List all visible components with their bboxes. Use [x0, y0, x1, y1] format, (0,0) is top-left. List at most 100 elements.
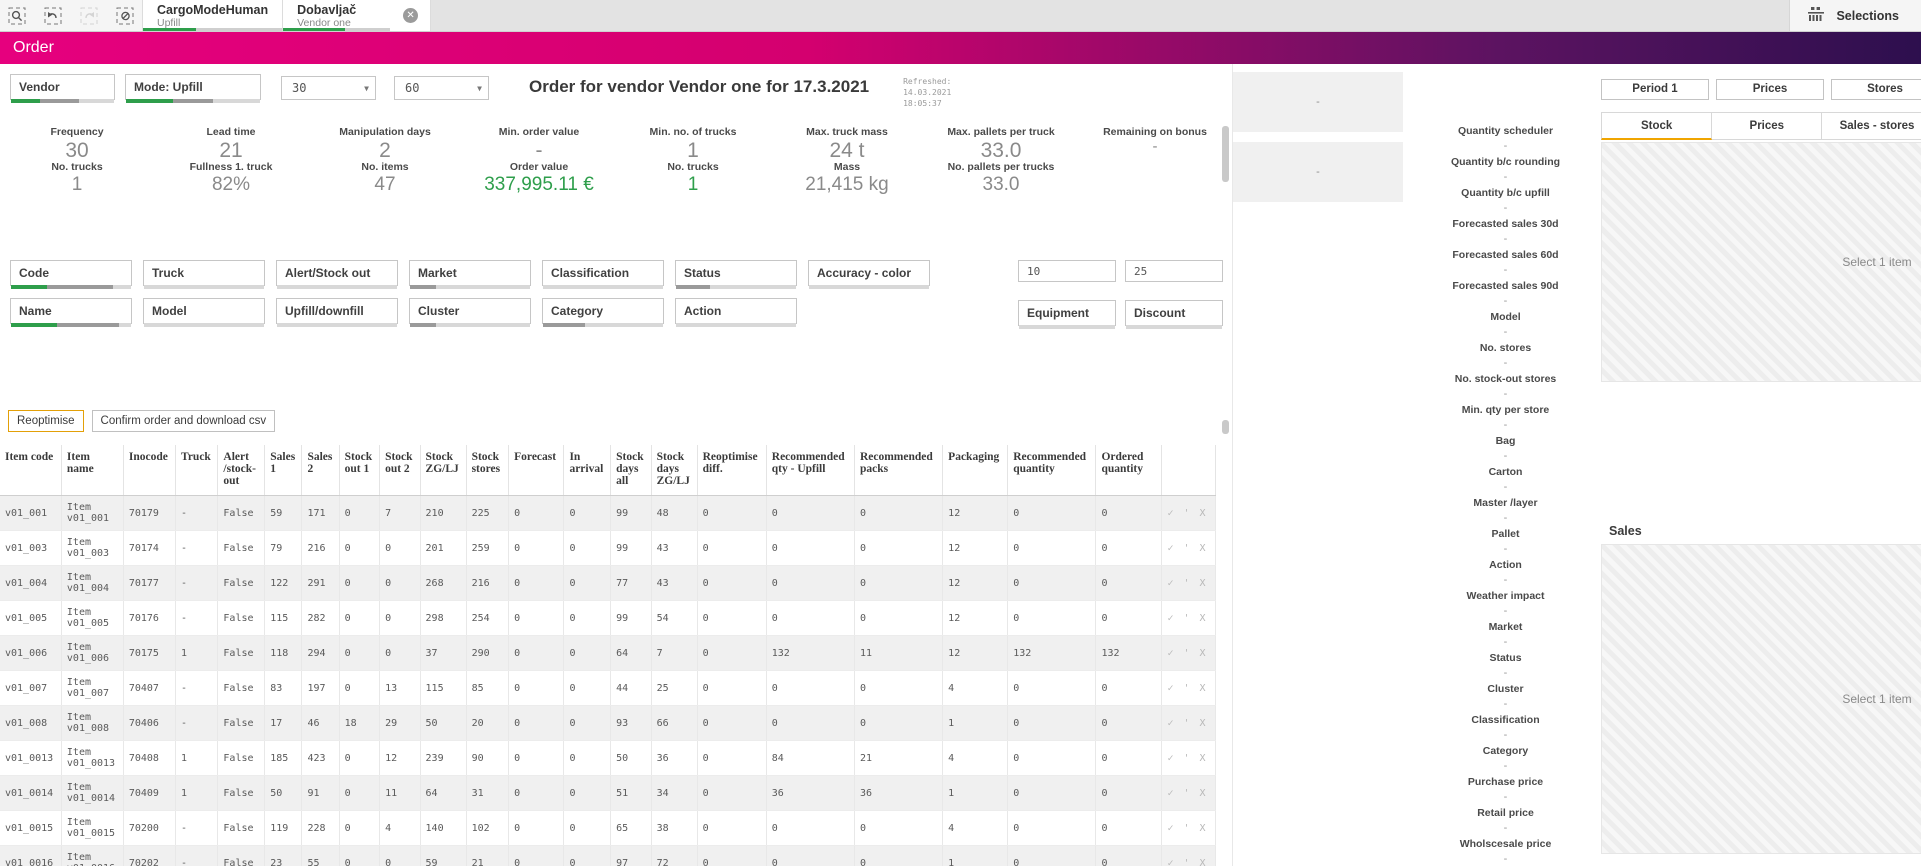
filter-accuracy-color[interactable]: Accuracy - color: [808, 260, 930, 289]
table-column-header[interactable]: Stock days ZG/LJ: [651, 445, 698, 496]
table-cell: 0: [1095, 775, 1163, 811]
table-row[interactable]: v01_0013 Item v01_0013 70408 1 False 185 423 0 12…: [0, 740, 1216, 776]
table-column-header[interactable]: Stock stores: [466, 445, 510, 496]
mini-chart-2[interactable]: -: [1233, 142, 1403, 202]
table-column-header[interactable]: Item name: [61, 445, 124, 496]
row-actions[interactable]: ✓ ' X: [1161, 810, 1216, 846]
table-cell: 66: [651, 705, 698, 741]
table-column-header[interactable]: Reoptimise diff.: [697, 445, 767, 496]
filters-scrollbar[interactable]: [1222, 420, 1229, 434]
discount-filter[interactable]: Discount: [1125, 300, 1223, 329]
filter-truck[interactable]: Truck: [143, 260, 265, 289]
table-column-header[interactable]: In arrival: [563, 445, 612, 496]
filter-market[interactable]: Market: [409, 260, 531, 289]
detail-button-period-1[interactable]: Period 1: [1601, 78, 1709, 100]
row-actions[interactable]: ✓ ' X: [1161, 845, 1216, 866]
order-items-table-wrapper[interactable]: Item code Item name Inocode Truck Alert/stoc…: [0, 445, 1232, 866]
table-column-header[interactable]: Ordered quantity: [1095, 445, 1163, 496]
row-actions[interactable]: ✓ ' X: [1161, 530, 1216, 566]
row-actions[interactable]: ✓ ' X: [1161, 495, 1216, 531]
table-row[interactable]: v01_005 Item v01_005 70176- False 115 282 0 0 298…: [0, 600, 1216, 636]
clear-selections-icon[interactable]: [114, 5, 136, 27]
filter-model[interactable]: Model: [143, 298, 265, 327]
table-column-header[interactable]: Stock days all: [610, 445, 652, 496]
detail-button-prices[interactable]: Prices: [1716, 78, 1824, 100]
table-cell: v01_006: [0, 635, 62, 671]
filter-action[interactable]: Action: [675, 298, 797, 327]
vendor-filter[interactable]: Vendor: [10, 74, 115, 103]
sales-panel[interactable]: Select 1 item: [1601, 544, 1921, 854]
table-cell: False: [217, 705, 266, 741]
search-icon[interactable]: [6, 5, 28, 27]
equipment-filter[interactable]: Equipment: [1018, 300, 1116, 329]
table-row[interactable]: v01_0014 Item v01_0014 70409 1 False 50 91 0 11 64…: [0, 775, 1216, 811]
table-row[interactable]: v01_001 Item v01_001 70179- False 59 171 0 7 210 2…: [0, 495, 1216, 531]
filter-name[interactable]: Name: [10, 298, 132, 327]
mode-filter[interactable]: Mode: Upfill: [125, 74, 261, 103]
reoptimise-button[interactable]: Reoptimise: [8, 410, 84, 432]
row-actions[interactable]: ✓ ' X: [1161, 600, 1216, 636]
filter-category[interactable]: Category: [542, 298, 664, 327]
table-row[interactable]: v01_008 Item v01_008 70406- False 17 46 18 29 50 2…: [0, 705, 1216, 741]
table-column-header[interactable]: Packaging: [942, 445, 1009, 496]
metric-value: -: [1503, 295, 1508, 307]
table-row[interactable]: v01_003 Item v01_003 70174- False 79 216 0 0 201 2…: [0, 530, 1216, 566]
table-column-header[interactable]: Stock ZG/LJ: [420, 445, 467, 496]
undo-icon[interactable]: [42, 5, 64, 27]
table-column-header[interactable]: Alert/stock-out: [217, 445, 266, 496]
table-row[interactable]: v01_0015 Item v01_0015 70200- False 119 228 0 4 1…: [0, 810, 1216, 846]
row-actions[interactable]: ✓ ' X: [1161, 565, 1216, 601]
row-actions[interactable]: ✓ ' X: [1161, 635, 1216, 671]
table-column-header[interactable]: Stock out 1: [339, 445, 381, 496]
table-row[interactable]: v01_007 Item v01_007 70407- False 83 197 0 13 115…: [0, 670, 1216, 706]
table-row[interactable]: v01_0016Itemv01_001670202-False235500592…: [0, 845, 1216, 866]
row-actions[interactable]: ✓ ' X: [1161, 705, 1216, 741]
table-column-header[interactable]: [1161, 445, 1216, 496]
table-cell: 79: [264, 530, 303, 566]
table-column-header[interactable]: Inocode: [123, 445, 177, 496]
filter-classification[interactable]: Classification: [542, 260, 664, 289]
table-column-header[interactable]: Recommended packs: [854, 445, 944, 496]
table-cell: 239: [420, 740, 467, 776]
row-actions[interactable]: ✓ ' X: [1161, 740, 1216, 776]
select-days-60[interactable]: 60 ▼: [394, 76, 489, 100]
row-actions[interactable]: ✓ ' X: [1161, 775, 1216, 811]
table-column-header[interactable]: Recommended quantity: [1007, 445, 1097, 496]
detail-tab-sales-stores[interactable]: Sales - stores: [1822, 112, 1921, 140]
filter-cluster[interactable]: Cluster: [409, 298, 531, 327]
numeric-filter-2[interactable]: 25: [1125, 260, 1223, 282]
numeric-filter-1[interactable]: 10: [1018, 260, 1116, 282]
table-row[interactable]: v01_004 Item v01_004 70177- False 122 291 0 0 268…: [0, 565, 1216, 601]
filter-status[interactable]: Status: [675, 260, 797, 289]
confirm-order-button[interactable]: Confirm order and download csv: [91, 410, 276, 432]
row-actions[interactable]: ✓ ' X: [1161, 670, 1216, 706]
detail-tab-stock[interactable]: Stock: [1601, 112, 1713, 140]
filter-upfill-downfill[interactable]: Upfill/downfill: [276, 298, 398, 327]
table-column-header[interactable]: Recommended qty - Upfill: [766, 445, 855, 496]
table-cell: 0: [339, 810, 381, 846]
app-tab-dobavljac[interactable]: Dobavljač Vendor one: [282, 0, 391, 31]
mini-chart-1[interactable]: -: [1233, 72, 1403, 132]
close-tab-button[interactable]: ✕: [390, 0, 431, 31]
table-column-header[interactable]: Sales 2: [301, 445, 340, 496]
table-column-header[interactable]: Forecast: [508, 445, 565, 496]
detail-tab-prices[interactable]: Prices: [1712, 112, 1823, 140]
filter-code[interactable]: Code: [10, 260, 132, 289]
app-tab-cargomodehuman[interactable]: CargoModeHuman Upfill: [142, 0, 283, 31]
filter-alert-stock-out[interactable]: Alert/Stock out: [276, 260, 398, 289]
select-days-30[interactable]: 30 ▼: [281, 76, 376, 100]
table-column-header[interactable]: Item code: [0, 445, 62, 496]
redo-icon[interactable]: [78, 5, 100, 27]
table-cell: 0: [766, 530, 855, 566]
table-cell: 0: [339, 845, 381, 866]
kpi-value: 2: [379, 138, 391, 162]
selections-button[interactable]: Selections: [1789, 0, 1921, 31]
table-row[interactable]: v01_006 Item v01_006 70175 1 False 118 294 0 0 37 2…: [0, 635, 1216, 671]
header-scrollbar[interactable]: [1222, 126, 1229, 416]
stock-panel[interactable]: Select 1 item: [1601, 142, 1921, 382]
table-column-header[interactable]: Truck: [175, 445, 219, 496]
detail-button-stores[interactable]: Stores: [1831, 78, 1921, 100]
table-column-header[interactable]: Sales 1: [264, 445, 303, 496]
kpi-subvalue: 82%: [211, 174, 251, 196]
table-column-header[interactable]: Stock out 2: [379, 445, 421, 496]
